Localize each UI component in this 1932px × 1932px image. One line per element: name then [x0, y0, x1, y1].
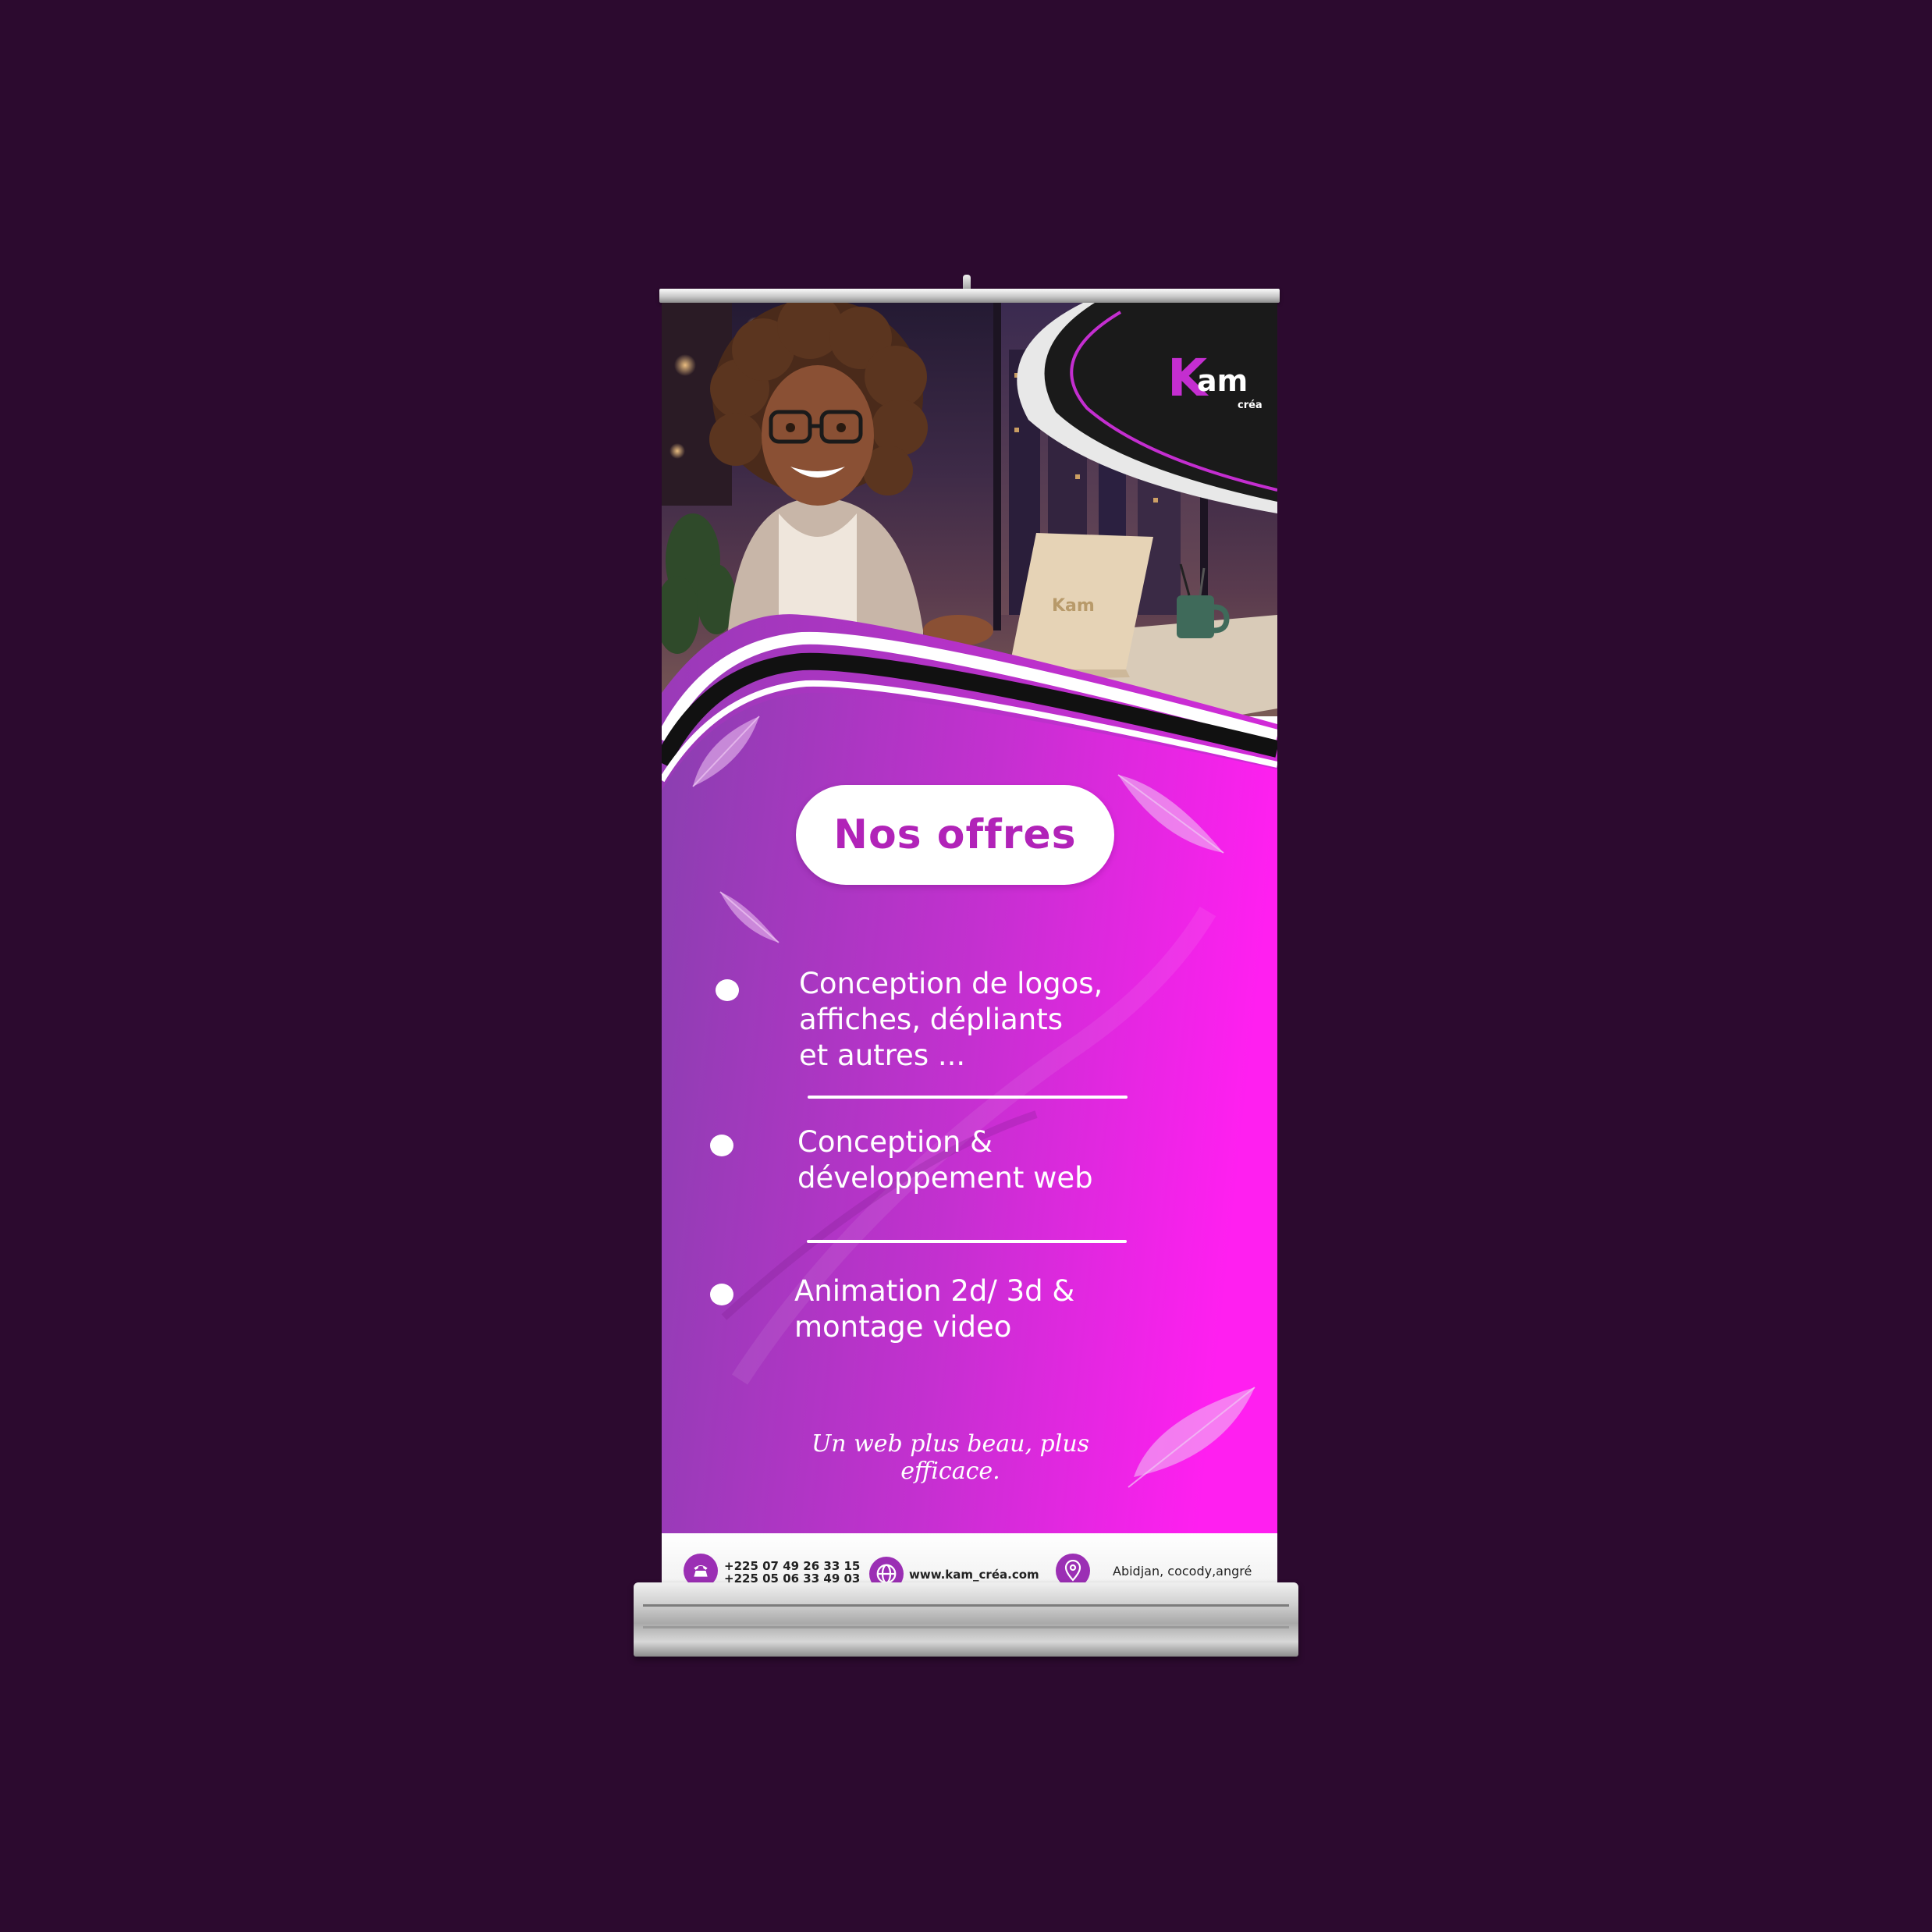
address-text: Abidjan, cocody,angré: [1113, 1564, 1252, 1579]
offers-title: Nos offres: [833, 812, 1077, 858]
stand-base-groove-lower: [643, 1626, 1289, 1628]
purple-panel: [662, 614, 1277, 1533]
offer-item-2: Conception & développement web: [797, 1125, 1093, 1195]
rollup-banner: Kam K am créa Nos offres Conception de l…: [662, 303, 1277, 1606]
stand-base-groove: [643, 1604, 1289, 1607]
offer-divider-2: [807, 1240, 1127, 1243]
offer-divider-1: [808, 1096, 1128, 1099]
banner-top-rail: [659, 289, 1280, 303]
offer-bullet-3: [710, 1284, 733, 1305]
website-link[interactable]: www.kam_créa.com: [909, 1568, 1039, 1582]
offer-item-3: Animation 2d/ 3d & montage video: [794, 1274, 1075, 1344]
offer-bullet-2: [710, 1135, 733, 1156]
offer-bullet-1: [716, 979, 739, 1001]
offer-item-1: Conception de logos, affiches, dépliants…: [799, 967, 1103, 1072]
stand-base: [634, 1582, 1298, 1657]
offers-title-pill: Nos offres: [796, 785, 1114, 885]
slogan: Un web plus beau, plus efficace.: [811, 1430, 1090, 1485]
